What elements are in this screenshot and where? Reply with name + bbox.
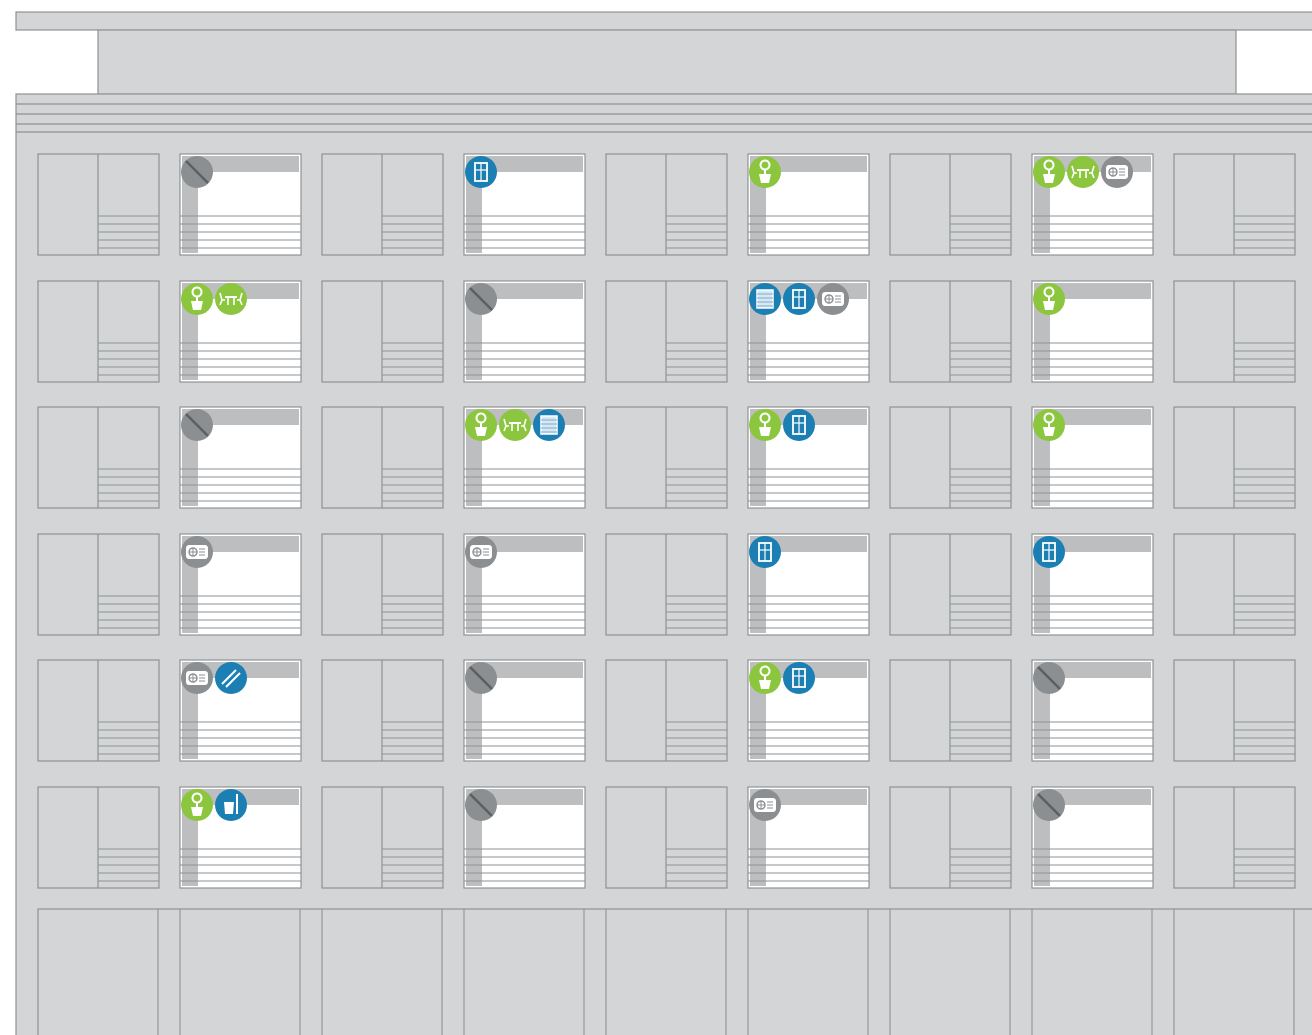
- window-floor-6-bay-3: [321, 786, 444, 889]
- none-icon: [181, 409, 213, 441]
- table-icon: [1067, 156, 1099, 188]
- window-floor-6-bay-1: [37, 786, 160, 889]
- plant-icon: [749, 156, 781, 188]
- none-icon: [465, 789, 497, 821]
- highlighted-window-floor-5-bay-2: [179, 659, 302, 762]
- highlighted-window-floor-6-bay-8: [1031, 786, 1154, 889]
- highlighted-window-floor-5-bay-4: [463, 659, 586, 762]
- window-floor-5-bay-5: [605, 659, 728, 762]
- door-icon: [783, 409, 815, 441]
- highlighted-window-floor-3-bay-2: [179, 406, 302, 509]
- window-floor-2-bay-5: [605, 280, 728, 383]
- window-floor-4-bay-7: [889, 533, 1012, 636]
- window-floor-2-bay-3: [321, 280, 444, 383]
- cleaning-icon: [215, 662, 247, 694]
- highlighted-window-floor-2-bay-4: [463, 280, 586, 383]
- highlighted-window-floor-3-bay-8: [1031, 406, 1154, 509]
- window-floor-5-bay-3: [321, 659, 444, 762]
- window-floor-2-bay-9: [1173, 280, 1296, 383]
- table-icon: [215, 283, 247, 315]
- window-floor-1-bay-7: [889, 153, 1012, 256]
- highlighted-window-floor-6-bay-4: [463, 786, 586, 889]
- door-icon: [465, 156, 497, 188]
- highlighted-window-floor-1-bay-8: [1031, 153, 1154, 256]
- highlighted-window-floor-5-bay-8: [1031, 659, 1154, 762]
- window-floor-6-bay-7: [889, 786, 1012, 889]
- socket-icon: [817, 283, 849, 315]
- window-floor-3-bay-7: [889, 406, 1012, 509]
- highlighted-window-floor-1-bay-6: [747, 153, 870, 256]
- table-icon: [499, 409, 531, 441]
- window-floor-6-bay-5: [605, 786, 728, 889]
- socket-icon: [465, 536, 497, 568]
- highlighted-window-floor-6-bay-2: [179, 786, 302, 889]
- window-floor-2-bay-1: [37, 280, 160, 383]
- plant-icon: [749, 409, 781, 441]
- blind-icon: [533, 409, 565, 441]
- facade-svg: [15, 11, 1312, 1035]
- none-icon: [465, 662, 497, 694]
- plant-icon: [465, 409, 497, 441]
- rooftop-structure: [97, 29, 1237, 95]
- window-floor-1-bay-9: [1173, 153, 1296, 256]
- none-icon: [1033, 789, 1065, 821]
- blind-icon: [749, 283, 781, 315]
- socket-icon: [1101, 156, 1133, 188]
- highlighted-window-floor-4-bay-4: [463, 533, 586, 636]
- window-floor-1-bay-3: [321, 153, 444, 256]
- highlighted-window-floor-3-bay-6: [747, 406, 870, 509]
- highlighted-window-floor-3-bay-4: [463, 406, 586, 509]
- door-icon: [749, 536, 781, 568]
- window-floor-4-bay-1: [37, 533, 160, 636]
- window-floor-5-bay-7: [889, 659, 1012, 762]
- highlighted-window-floor-2-bay-6: [747, 280, 870, 383]
- window-floor-3-bay-5: [605, 406, 728, 509]
- window-floor-4-bay-3: [321, 533, 444, 636]
- highlighted-window-floor-1-bay-4: [463, 153, 586, 256]
- socket-icon: [749, 789, 781, 821]
- building-facade-diagram: [0, 0, 1312, 1035]
- door-icon: [783, 662, 815, 694]
- highlighted-window-floor-1-bay-2: [179, 153, 302, 256]
- window-floor-3-bay-1: [37, 406, 160, 509]
- window-floor-4-bay-9: [1173, 533, 1296, 636]
- highlighted-window-floor-2-bay-2: [179, 280, 302, 383]
- highlighted-window-floor-4-bay-8: [1031, 533, 1154, 636]
- plant-icon: [749, 662, 781, 694]
- highlighted-window-floor-2-bay-8: [1031, 280, 1154, 383]
- socket-icon: [181, 662, 213, 694]
- window-floor-5-bay-1: [37, 659, 160, 762]
- roof-parapet: [15, 11, 1312, 31]
- door-icon: [1033, 536, 1065, 568]
- plant-icon: [1033, 409, 1065, 441]
- window-floor-2-bay-7: [889, 280, 1012, 383]
- window-floor-6-bay-9: [1173, 786, 1296, 889]
- door-icon: [783, 283, 815, 315]
- plant-icon: [181, 789, 213, 821]
- highlighted-window-floor-4-bay-6: [747, 533, 870, 636]
- highlighted-window-floor-5-bay-6: [747, 659, 870, 762]
- window-floor-1-bay-1: [37, 153, 160, 256]
- none-icon: [465, 283, 497, 315]
- plant-icon: [181, 283, 213, 315]
- highlighted-window-floor-4-bay-2: [179, 533, 302, 636]
- none-icon: [1033, 662, 1065, 694]
- window-floor-4-bay-5: [605, 533, 728, 636]
- ground-floor: [37, 908, 1312, 1035]
- none-icon: [181, 156, 213, 188]
- window-floor-3-bay-3: [321, 406, 444, 509]
- socket-icon: [181, 536, 213, 568]
- window-floor-5-bay-9: [1173, 659, 1296, 762]
- plant-icon: [1033, 156, 1065, 188]
- window-floor-1-bay-5: [605, 153, 728, 256]
- broom-icon: [215, 789, 247, 821]
- plant-icon: [1033, 283, 1065, 315]
- window-floor-3-bay-9: [1173, 406, 1296, 509]
- highlighted-window-floor-6-bay-6: [747, 786, 870, 889]
